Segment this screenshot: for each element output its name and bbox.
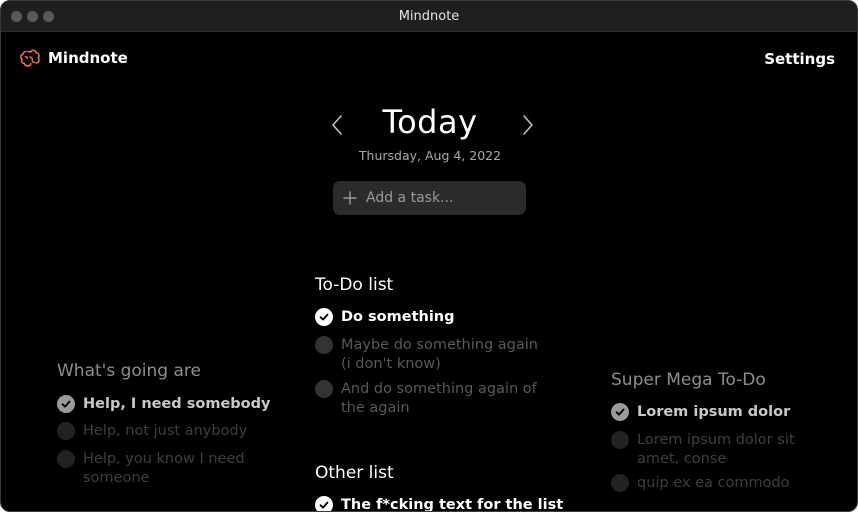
todo-item[interactable]: Help, I need somebody bbox=[57, 395, 270, 414]
todo-item[interactable]: Help, not just anybody bbox=[57, 422, 247, 441]
todo-item-line: Help, you know I need bbox=[83, 451, 245, 467]
todo-item-line: (i don't know) bbox=[341, 356, 441, 372]
plus-icon bbox=[343, 191, 357, 205]
add-task-input[interactable]: Add a task... bbox=[333, 181, 526, 215]
empty-checkbox[interactable] bbox=[315, 380, 333, 398]
left-list-title: What's going are bbox=[57, 361, 201, 381]
todo-item-text: The f*cking text for the list bbox=[341, 497, 564, 512]
todo-item[interactable]: quip ex ea commodo bbox=[611, 474, 790, 493]
brain-icon bbox=[20, 49, 40, 67]
title-bar: Mindnote bbox=[1, 1, 857, 32]
checked-checkbox[interactable] bbox=[57, 395, 75, 413]
todo-item[interactable]: Lorem ipsum dolor bbox=[611, 403, 790, 422]
todo-item-line: amet, conse bbox=[637, 451, 727, 467]
other-list-title: Other list bbox=[315, 463, 394, 483]
todo-item-text: And do something again of the again bbox=[341, 380, 537, 418]
checked-checkbox[interactable] bbox=[315, 496, 333, 511]
settings-button[interactable]: Settings bbox=[764, 50, 835, 68]
todo-item-text: Lorem ipsum dolor bbox=[637, 404, 791, 420]
check-icon bbox=[319, 313, 329, 321]
todo-item[interactable]: The f*cking text for the list bbox=[315, 496, 564, 512]
todo-item-line: And do something again of bbox=[341, 381, 537, 397]
empty-checkbox[interactable] bbox=[57, 450, 75, 468]
empty-checkbox[interactable] bbox=[611, 474, 629, 492]
todo-item-text: Do something bbox=[341, 309, 455, 325]
todo-item-text: quip ex ea commodo bbox=[637, 475, 790, 491]
brand-name: Mindnote bbox=[48, 49, 128, 67]
todo-item-line: someone bbox=[83, 470, 150, 486]
todo-item-line: the again bbox=[341, 400, 410, 416]
check-icon bbox=[615, 408, 625, 416]
todo-item[interactable]: Do something bbox=[315, 308, 455, 327]
app-window: Mindnote Mindnote Settings Today Thursda… bbox=[0, 0, 858, 512]
check-icon bbox=[319, 501, 329, 509]
todo-item-text: Lorem ipsum dolor sit amet, conse bbox=[637, 431, 795, 469]
brand[interactable]: Mindnote bbox=[19, 48, 128, 68]
todo-item-text: Help, I need somebody bbox=[83, 396, 271, 412]
chevron-right-icon[interactable] bbox=[521, 113, 535, 137]
todo-item[interactable]: Maybe do something again (i don't know) bbox=[315, 336, 538, 374]
right-list-title: Super Mega To-Do bbox=[611, 370, 766, 390]
check-icon bbox=[61, 400, 71, 408]
todo-item-line: Lorem ipsum dolor sit bbox=[637, 432, 795, 448]
window-title: Mindnote bbox=[398, 9, 460, 24]
todo-item-text: Maybe do something again (i don't know) bbox=[341, 336, 538, 374]
todo-item[interactable]: Lorem ipsum dolor sit amet, conse bbox=[611, 431, 795, 469]
todo-item[interactable]: Help, you know I need someone bbox=[57, 450, 245, 488]
empty-checkbox[interactable] bbox=[611, 431, 629, 449]
empty-checkbox[interactable] bbox=[315, 336, 333, 354]
empty-checkbox[interactable] bbox=[57, 422, 75, 440]
todo-item-text: Help, not just anybody bbox=[83, 423, 248, 439]
day-date: Thursday, Aug 4, 2022 bbox=[358, 148, 502, 163]
day-title: Today bbox=[382, 103, 478, 141]
todo-list-title: To-Do list bbox=[315, 275, 394, 295]
todo-item-line: Maybe do something again bbox=[341, 337, 538, 353]
todo-item[interactable]: And do something again of the again bbox=[315, 380, 537, 418]
todo-item-text: Help, you know I need someone bbox=[83, 450, 245, 488]
checked-checkbox[interactable] bbox=[611, 403, 629, 421]
add-task-placeholder: Add a task... bbox=[366, 190, 454, 206]
checked-checkbox[interactable] bbox=[315, 308, 333, 326]
